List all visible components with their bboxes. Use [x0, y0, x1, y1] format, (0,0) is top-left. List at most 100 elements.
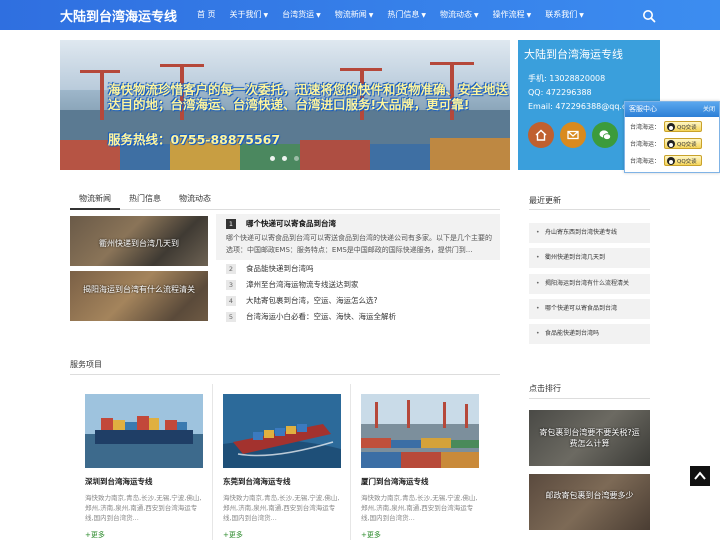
rank-item-caption: 邮政寄包裹到台湾要多少 [545, 491, 634, 500]
nav-item-home[interactable]: 首 页 [190, 0, 223, 30]
contact-email: Email: 472296388@qq.com [528, 102, 640, 111]
more-link[interactable]: +更多 [85, 530, 105, 540]
back-to-top-button[interactable] [690, 466, 710, 486]
divider [70, 374, 500, 375]
wechat-icon[interactable] [592, 122, 618, 148]
service-card-image[interactable] [361, 394, 479, 468]
news-featured-desc: 哪个快递可以寄食品到台湾可以寄送食品到台湾的快递公司有多家。以下是几个主要的选项… [226, 234, 492, 254]
main-menu: 首 页 关于我们 ▼ 台湾货运 ▼ 物流新闻 ▼ 热门信息 ▼ 物流动态 ▼ 操作流程 ▼ … [190, 0, 591, 30]
news-item-featured[interactable]: 1 哪个快递可以寄食品到台湾 [226, 217, 336, 230]
service-panel-header: 客服中心 关闭 [625, 102, 719, 117]
service-card-title[interactable]: 东莞到台湾海运专线 [223, 476, 291, 487]
news-title: 食品能快递到台湾吗 [246, 264, 314, 273]
nav-item-label: 操作流程 [492, 10, 525, 19]
recent-updates-title: 最近更新 [529, 196, 561, 205]
news-rank: 3 [226, 279, 236, 290]
more-link[interactable]: +更多 [223, 530, 243, 540]
nav-item-label: 关于我们 [229, 10, 262, 19]
back-to-top-icon [694, 471, 706, 480]
tab-logistics-dynamics[interactable]: 物流动态 [170, 192, 220, 210]
search-icon[interactable] [642, 8, 656, 23]
nav-item-logistics-dynamics[interactable]: 物流动态 ▼ [433, 0, 486, 30]
nav-item-hot-info[interactable]: 热门信息 ▼ [380, 0, 433, 30]
recent-item[interactable]: 食品能快递到台湾吗 [529, 324, 650, 344]
service-row-label: 台湾海运： [630, 141, 661, 148]
qq-chat-button[interactable]: QQ交谈 [664, 121, 703, 132]
nav-item-logistics-news[interactable]: 物流新闻 ▼ [328, 0, 381, 30]
service-card: 厦门到台湾海运专线 海快致力南京,青岛,长沙,无锡,宁波,佛山,郑州,济南,泉州… [361, 394, 481, 540]
nav-item-taiwan-freight[interactable]: 台湾货运 ▼ [275, 0, 328, 30]
nav-item-about[interactable]: 关于我们 ▼ [223, 0, 276, 30]
rank-item-image [529, 474, 650, 530]
rank-item[interactable]: 寄包裹到台湾要不要关税?运费怎么计算 [529, 410, 650, 466]
news-rank: 1 [226, 218, 236, 229]
news-item[interactable]: 5 台湾海运小白必看：空运、海快、海运全解析 [226, 310, 396, 323]
news-thumb-image [70, 271, 208, 321]
chevron-down-icon: ▼ [579, 12, 584, 19]
nav-item-process[interactable]: 操作流程 ▼ [486, 0, 539, 30]
qq-icon [667, 156, 676, 165]
divider [529, 398, 650, 399]
rank-item-caption: 寄包裹到台湾要不要关税?运费怎么计算 [539, 428, 640, 448]
qq-icon [667, 122, 676, 131]
mail-icon[interactable] [560, 122, 586, 148]
nav-item-label: 首 页 [197, 10, 216, 19]
news-thumb[interactable]: 揭阳海运到台湾有什么流程清关 [70, 271, 208, 321]
recent-item[interactable]: 哪个快递可以寄食品到台湾 [529, 299, 650, 319]
service-card-title[interactable]: 深圳到台湾海运专线 [85, 476, 153, 487]
service-card-image[interactable] [85, 394, 203, 468]
home-icon[interactable] [528, 122, 554, 148]
service-card-image[interactable] [223, 394, 341, 468]
news-title: 漳州至台湾海运物流专线送达到家 [246, 280, 359, 289]
recent-item[interactable]: 揭阳海运到台湾有什么流程清关 [529, 274, 650, 294]
tab-hot-info[interactable]: 热门信息 [120, 192, 170, 210]
service-row-label: 台湾海运： [630, 158, 661, 165]
chevron-down-icon: ▼ [421, 12, 427, 19]
divider [350, 384, 351, 540]
qq-chat-button[interactable]: QQ交谈 [664, 155, 703, 166]
more-link[interactable]: +更多 [361, 530, 381, 540]
divider [529, 209, 650, 210]
tab-logistics-news[interactable]: 物流新闻 [70, 192, 120, 210]
nav-item-label: 台湾货运 [282, 10, 315, 19]
recent-item[interactable]: 舟山寄东西到台湾快递专线 [529, 223, 650, 243]
slide-dot[interactable] [294, 156, 299, 161]
service-row-label: 台湾海运： [630, 124, 661, 131]
slide-dot[interactable] [282, 156, 287, 161]
nav-item-label: 物流新闻 [334, 10, 367, 19]
news-tabs: 物流新闻 热门信息 物流动态 [70, 192, 500, 210]
news-thumb-caption: 揭阳海运到台湾有什么流程清关 [83, 285, 195, 294]
divider [212, 384, 213, 540]
qq-chat-button[interactable]: QQ交谈 [664, 138, 703, 149]
service-card-desc: 海快致力南京,青岛,长沙,无锡,宁波,佛山,郑州,济南,泉州,南通,西安到台湾海… [361, 494, 478, 522]
contact-phone: 手机: 13028820008 [528, 74, 606, 83]
service-card-title[interactable]: 厦门到台湾海运专线 [361, 476, 429, 487]
site-brand[interactable]: 大陆到台湾海运专线 [60, 6, 177, 25]
close-button[interactable]: 关闭 [703, 102, 715, 117]
banner-hotline: 服务热线：0755-88875567 [108, 132, 281, 147]
slide-dot[interactable] [270, 156, 275, 161]
banner-pagination [270, 156, 299, 161]
recent-item[interactable]: 衢州快递到台湾几天到 [529, 248, 650, 268]
news-item[interactable]: 2 食品能快递到台湾吗 [226, 262, 314, 275]
news-thumb-caption: 衢州快递到台湾几天到 [99, 239, 179, 248]
news-title: 哪个快递可以寄食品到台湾 [246, 219, 336, 228]
services-title: 服务项目 [70, 360, 102, 369]
customer-service-panel: 客服中心 关闭 台湾海运： QQ交谈 台湾海运： QQ交谈 台湾海运： QQ交谈 [624, 101, 720, 173]
service-card-desc: 海快致力南京,青岛,长沙,无锡,宁波,佛山,郑州,济南,泉州,南通,西安到台湾海… [223, 494, 340, 522]
news-title: 台湾海运小白必看：空运、海快、海运全解析 [246, 312, 396, 321]
news-rank: 4 [226, 295, 236, 306]
news-item[interactable]: 4 大陆寄包裹到台湾，空运、海运怎么选? [226, 294, 377, 307]
news-rank: 5 [226, 311, 236, 322]
chevron-down-icon: ▼ [316, 12, 321, 19]
nav-item-contact[interactable]: 联系我们 ▼ [538, 0, 591, 30]
top-nav: 大陆到台湾海运专线 首 页 关于我们 ▼ 台湾货运 ▼ 物流新闻 ▼ 热门信息 ▼ 物流… [0, 0, 720, 30]
service-card-desc: 海快致力南京,青岛,长沙,无锡,宁波,佛山,郑州,济南,泉州,南通,西安到台湾海… [85, 494, 202, 522]
rank-item[interactable]: 邮政寄包裹到台湾要多少 [529, 474, 650, 530]
qq-chat-label: QQ交谈 [677, 158, 697, 165]
hero-banner[interactable]: 海快物流珍惜客户的每一次委托，迅速将您的快件和货物准确、安全地送达目的地；台湾海… [60, 40, 510, 170]
news-item[interactable]: 3 漳州至台湾海运物流专线送达到家 [226, 278, 359, 291]
service-row: 台湾海运： QQ交谈 [625, 136, 719, 151]
nav-item-label: 物流动态 [440, 10, 473, 19]
news-thumb[interactable]: 衢州快递到台湾几天到 [70, 216, 208, 266]
